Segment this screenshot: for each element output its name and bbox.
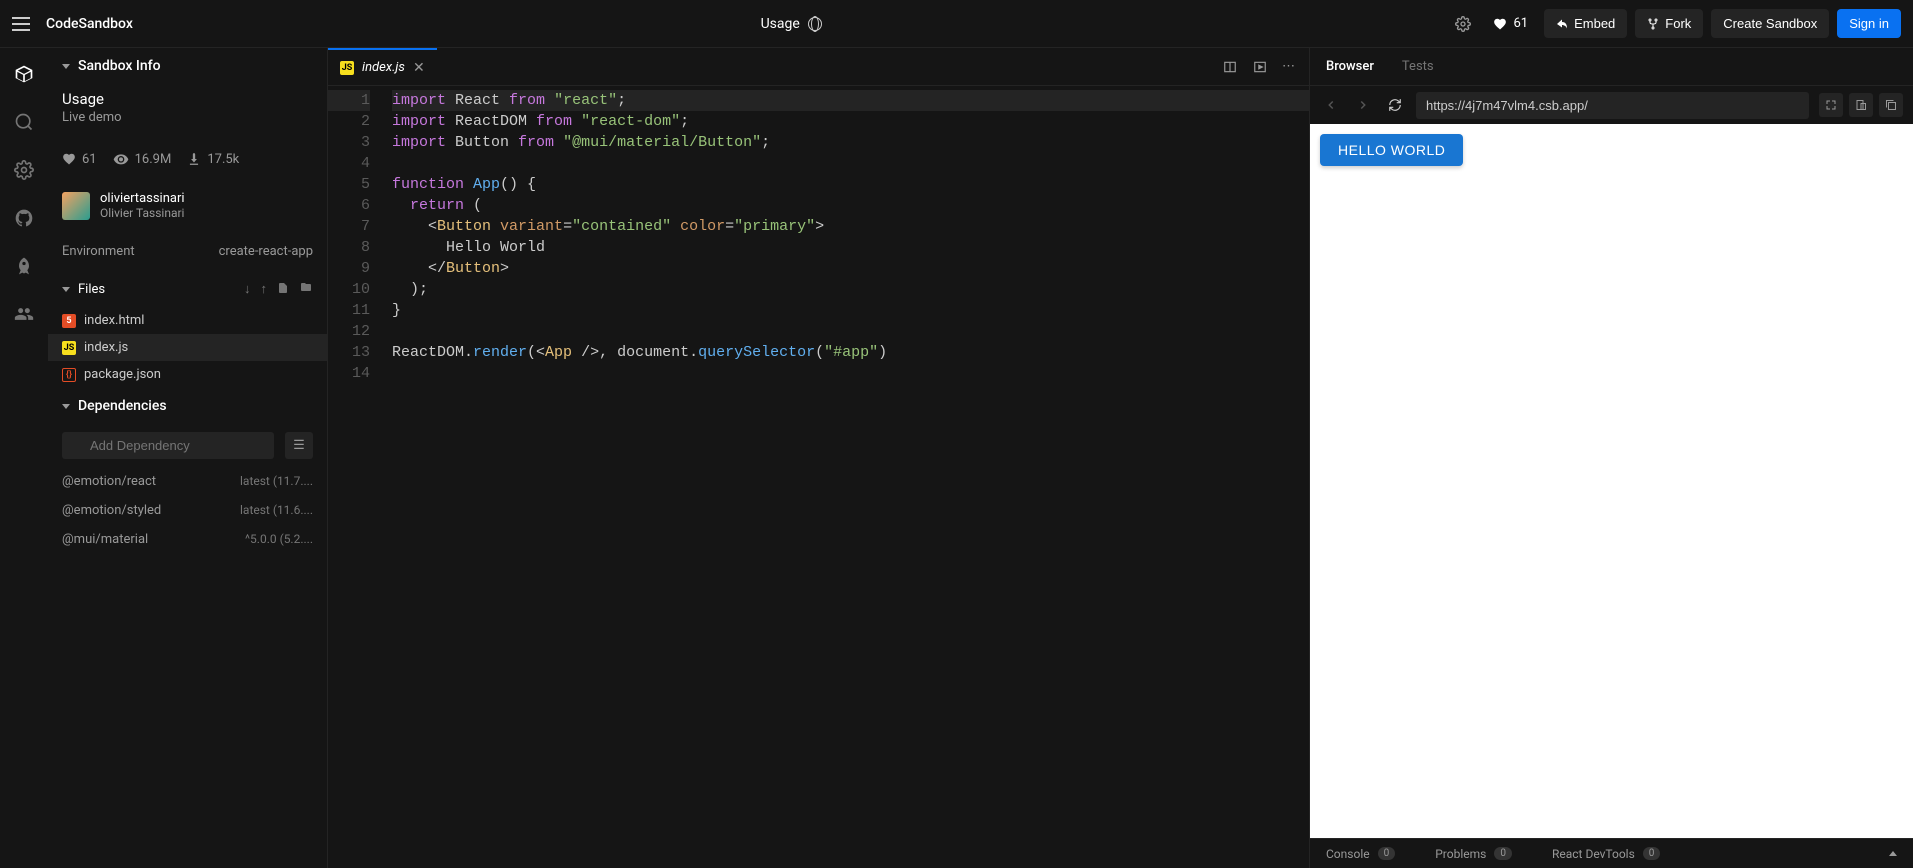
tab-browser[interactable]: Browser: [1326, 59, 1374, 74]
file-item[interactable]: JS index.js: [48, 334, 327, 361]
js-file-icon: JS: [340, 61, 354, 75]
dependency-item[interactable]: @emotion/styled latest (11.6....: [48, 496, 327, 525]
sandbox-title: Usage: [62, 90, 313, 108]
dependency-item[interactable]: @emotion/react latest (11.7....: [48, 467, 327, 496]
chevron-down-icon: [62, 64, 70, 69]
files-header[interactable]: Files ↓ ↑: [48, 271, 327, 307]
sandbox-stats: 61 16.9M 17.5k: [48, 139, 327, 179]
dependency-name: @emotion/react: [62, 474, 156, 489]
editor-tab[interactable]: JS index.js ✕: [328, 48, 437, 85]
author-name: Olivier Tassinari: [100, 206, 185, 220]
url-input[interactable]: [1416, 92, 1809, 119]
responsive-icon[interactable]: [1849, 93, 1873, 117]
sandbox-subtitle: Live demo: [62, 110, 313, 125]
brand[interactable]: CodeSandbox: [46, 16, 133, 32]
author-handle: oliviertassinari: [100, 191, 185, 206]
open-window-icon[interactable]: [1879, 93, 1903, 117]
activity-github[interactable]: [14, 208, 34, 228]
header: CodeSandbox Usage 61 Embed Fork Create S…: [0, 0, 1913, 48]
file-item[interactable]: {} package.json: [48, 361, 327, 388]
download-icon: [187, 152, 201, 166]
new-file-icon[interactable]: [277, 281, 289, 297]
dependency-item[interactable]: @mui/material ^5.0.0 (5.2....: [48, 525, 327, 554]
heart-icon: [62, 152, 76, 166]
console-bar: Console 0 Problems 0 React DevTools 0: [1310, 838, 1913, 868]
file-name: index.html: [84, 313, 144, 328]
globe-icon: [808, 17, 822, 31]
activity-settings[interactable]: [14, 160, 34, 180]
fork-icon: [1647, 18, 1659, 30]
preview-area: Browser Tests: [1309, 48, 1913, 868]
dependency-version: latest (11.6....: [240, 503, 313, 518]
activity-search[interactable]: [14, 112, 34, 132]
upload-icon[interactable]: ↑: [261, 281, 268, 297]
nav-reload-icon[interactable]: [1384, 96, 1406, 114]
stat-forks: 17.5k: [187, 152, 239, 167]
editor-area: JS index.js ✕ ⋯ 1234567891011121314: [328, 48, 1309, 868]
env-value: create-react-app: [219, 244, 313, 259]
sandbox-title-header[interactable]: Usage: [761, 16, 800, 32]
eye-icon: [113, 151, 129, 167]
js-file-icon: JS: [62, 341, 76, 355]
activity-deploy[interactable]: [14, 256, 34, 276]
chevron-down-icon: [62, 404, 70, 409]
activity-explorer[interactable]: [14, 64, 34, 84]
nav-back-icon[interactable]: [1320, 96, 1342, 114]
chevron-down-icon: [62, 287, 70, 292]
fork-button[interactable]: Fork: [1635, 9, 1703, 38]
download-icon[interactable]: ↓: [244, 281, 251, 297]
dependency-menu-button[interactable]: ☰: [285, 432, 313, 459]
stat-views: 16.9M: [113, 151, 172, 167]
menu-icon[interactable]: [12, 17, 30, 31]
share-icon: [1556, 18, 1568, 30]
code-editor[interactable]: 1234567891011121314 import React from "r…: [328, 86, 1309, 868]
likes-count[interactable]: 61: [1485, 16, 1536, 31]
file-name: index.js: [84, 340, 128, 355]
preview-hello-button[interactable]: HELLO WORLD: [1320, 134, 1463, 166]
dependency-search-input[interactable]: [62, 432, 274, 459]
activity-bar: [0, 48, 48, 868]
avatar: [62, 192, 90, 220]
env-label: Environment: [62, 244, 135, 259]
more-icon[interactable]: ⋯: [1282, 59, 1295, 74]
sidebar: Sandbox Info Usage Live demo 61 16.9M 17…: [48, 48, 328, 868]
embed-button[interactable]: Embed: [1544, 9, 1627, 38]
dependencies-header[interactable]: Dependencies: [48, 388, 327, 424]
split-view-icon[interactable]: [1222, 60, 1238, 74]
create-sandbox-button[interactable]: Create Sandbox: [1711, 9, 1829, 38]
signin-button[interactable]: Sign in: [1837, 9, 1901, 38]
dependency-name: @mui/material: [62, 532, 148, 547]
dependency-version: ^5.0.0 (5.2....: [245, 532, 313, 547]
tab-tests[interactable]: Tests: [1402, 59, 1434, 74]
expand-icon[interactable]: [1819, 93, 1843, 117]
chevron-up-icon[interactable]: [1889, 851, 1897, 856]
json-file-icon: {}: [62, 368, 76, 382]
new-folder-icon[interactable]: [299, 281, 313, 297]
dependency-version: latest (11.7....: [240, 474, 313, 489]
nav-forward-icon[interactable]: [1352, 96, 1374, 114]
preview-icon[interactable]: [1252, 60, 1268, 74]
dependency-name: @emotion/styled: [62, 503, 161, 518]
file-name: package.json: [84, 367, 161, 382]
console-tab[interactable]: Console 0: [1326, 847, 1395, 861]
devtools-tab[interactable]: React DevTools 0: [1552, 847, 1660, 861]
html-file-icon: 5: [62, 314, 76, 328]
preview-frame: HELLO WORLD: [1310, 124, 1913, 838]
stat-likes[interactable]: 61: [62, 152, 97, 167]
preferences-icon[interactable]: [1449, 10, 1477, 38]
activity-live[interactable]: [14, 304, 34, 324]
author-row[interactable]: oliviertassinari Olivier Tassinari: [48, 179, 327, 232]
heart-icon: [1493, 17, 1507, 31]
file-item[interactable]: 5 index.html: [48, 307, 327, 334]
problems-tab[interactable]: Problems 0: [1435, 847, 1512, 861]
sandbox-info-header[interactable]: Sandbox Info: [48, 48, 327, 84]
close-tab-icon[interactable]: ✕: [413, 60, 425, 76]
